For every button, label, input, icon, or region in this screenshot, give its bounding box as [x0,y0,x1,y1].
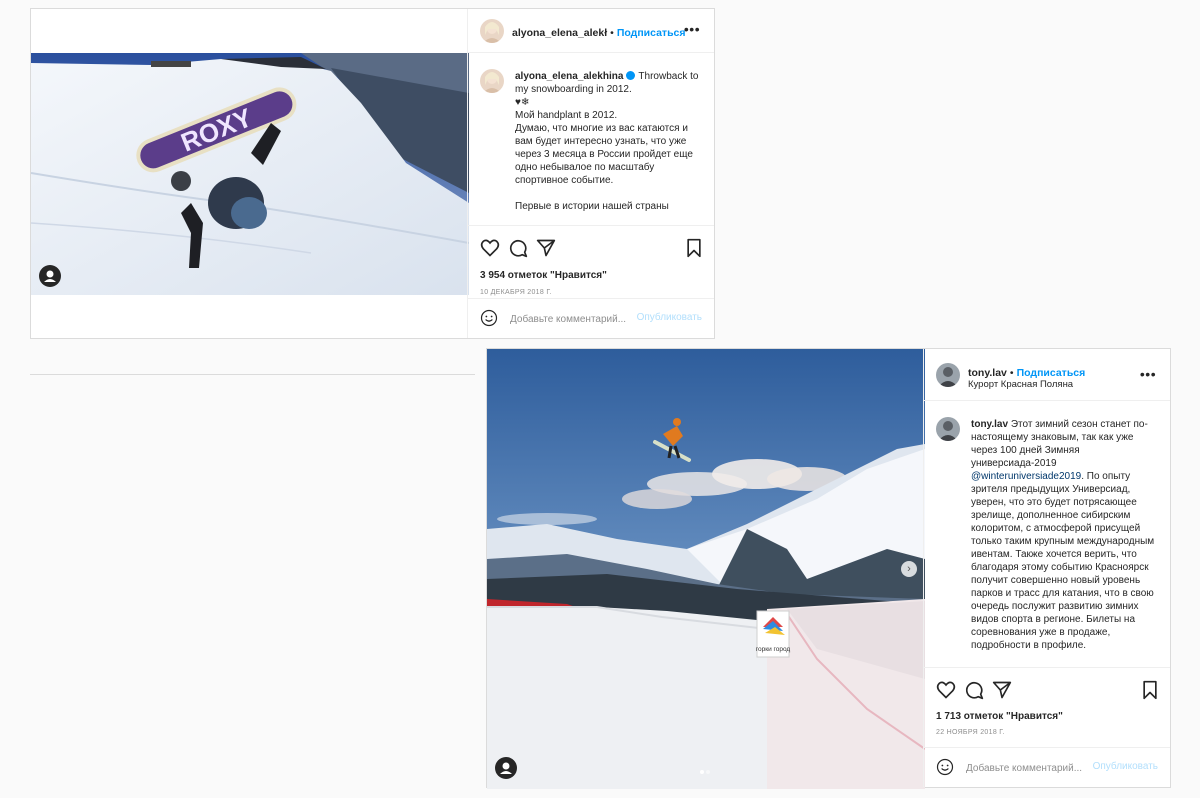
avatar[interactable] [480,19,504,43]
post-1-sidebar: alyona_elena_alekł • Подписаться ••• alyon… [467,9,714,338]
caption-text: Throwback to my snowboarding in 2012. ♥❄… [515,71,699,212]
feed-divider [30,374,475,375]
caption-text-part-2: . По опыту зрителя предыдущих Универсиад… [971,471,1157,651]
bookmark-icon[interactable] [1140,680,1160,700]
avatar[interactable] [936,363,960,387]
follow-button[interactable]: Подписаться [617,27,686,39]
caption-avatar[interactable] [480,69,504,93]
caption-avatar[interactable] [936,417,960,441]
more-options-icon[interactable]: ••• [1138,364,1158,384]
comment-box: Опубликовать [924,747,1170,787]
post-date[interactable]: 10 декабря 2018 г. [480,289,552,296]
caption-username[interactable]: tony.lav [971,419,1008,430]
post-1-caption: alyona_elena_alekhina Throwback to my sno… [468,63,714,227]
bookmark-icon[interactable] [684,238,704,258]
username-link[interactable]: alyona_elena_alekł [512,27,607,39]
more-options-icon[interactable]: ••• [682,19,702,39]
likes-count[interactable]: 1 713 отметок "Нравится" [936,711,1063,722]
location-link[interactable]: Курорт Красная Поляна [968,379,1073,390]
snowboard-handplant-image: ROXY [31,53,469,295]
mention-link[interactable]: @winteruniversiade2019 [971,471,1081,482]
like-heart-icon[interactable] [936,680,956,700]
post-2-caption: tony.lav Этот зимний сезон станет по-нас… [924,411,1170,665]
snowboard-jump-image: горки город [487,349,925,789]
caption-username[interactable]: alyona_elena_alekhina [515,71,623,82]
like-heart-icon[interactable] [480,238,500,258]
post-2-header: tony.lav • Подписаться Курорт Красная Поля… [924,349,1170,401]
post-1: ROXY alyona_elena_alekł • Подписаться ••• [30,8,715,339]
emoji-icon[interactable] [936,758,954,776]
comment-icon[interactable] [964,680,984,700]
carousel-dot-2 [706,770,710,774]
post-1-photo[interactable]: ROXY [31,53,469,295]
comment-icon[interactable] [508,238,528,258]
follow-button[interactable]: Подписаться [1017,367,1086,379]
comment-input[interactable] [966,760,1091,776]
post-1-actions: 3 954 отметок "Нравится" 10 декабря 2018… [468,225,714,296]
post-2: горки город › tony.lav • Подписаться Курор… [486,348,1171,789]
tagged-users-icon[interactable] [495,757,517,779]
separator-dot: • [1009,367,1014,379]
comment-box: Опубликовать [468,298,714,338]
carousel-next-button[interactable]: › [901,561,917,577]
publish-button[interactable]: Опубликовать [1093,761,1158,772]
share-send-icon[interactable] [992,680,1012,700]
share-send-icon[interactable] [536,238,556,258]
likes-count[interactable]: 3 954 отметок "Нравится" [480,270,607,281]
username-link[interactable]: tony.lav [968,367,1007,379]
separator-dot: • [610,27,614,39]
comment-input[interactable] [510,311,635,327]
verified-badge-icon [626,71,636,80]
post-date[interactable]: 22 ноября 2018 г. [936,729,1005,736]
post-2-actions: 1 713 отметок "Нравится" 22 ноября 2018 … [924,667,1170,739]
tagged-users-icon[interactable] [39,265,61,287]
emoji-icon[interactable] [480,309,498,327]
carousel-dot-1 [700,770,704,774]
post-1-header: alyona_elena_alekł • Подписаться ••• [468,9,714,53]
publish-button[interactable]: Опубликовать [637,312,702,323]
sign-text: горки город [756,646,791,653]
post-2-photo[interactable]: горки город › [487,349,925,789]
post-2-sidebar: tony.lav • Подписаться Курорт Красная Поля… [923,349,1170,787]
carousel-indicator [699,761,711,779]
